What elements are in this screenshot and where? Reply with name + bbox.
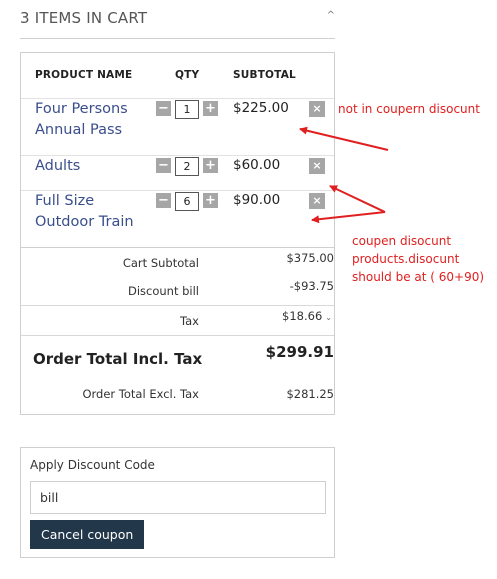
column-header-product: PRODUCT NAME <box>35 69 133 81</box>
annotation-note-2: coupen disocunt products.disocunt should… <box>352 232 484 286</box>
summary-divider <box>21 335 334 336</box>
plus-icon[interactable]: + <box>203 101 218 116</box>
tax-value: $18.66 <box>282 309 323 323</box>
quantity-input[interactable] <box>175 192 199 211</box>
remove-item-icon[interactable]: × <box>309 158 325 174</box>
tax-label: Tax <box>180 314 199 328</box>
discount-code-input[interactable] <box>30 481 326 514</box>
discount-code-label: Apply Discount Code <box>30 458 155 472</box>
remove-item-icon[interactable]: × <box>309 101 325 117</box>
quantity-input[interactable] <box>175 157 199 176</box>
annotation-arrow-2 <box>329 185 386 213</box>
order-total-excl-value: $281.25 <box>286 387 334 401</box>
cart-subtotal-label: Cart Subtotal <box>122 256 199 270</box>
cart-title: 3 ITEMS IN CART <box>20 9 148 27</box>
collapse-icon[interactable]: ^ <box>327 10 335 21</box>
discount-label: Discount bill <box>127 284 199 298</box>
plus-icon[interactable]: + <box>203 158 218 173</box>
annotation-note-1: not in coupern disocunt <box>338 102 480 116</box>
item-subtotal: $90.00 <box>233 192 281 208</box>
minus-icon[interactable]: − <box>156 101 171 116</box>
annotation-line: should be at ( 60+90) <box>352 270 485 284</box>
column-header-subtotal: SUBTOTAL <box>233 69 296 81</box>
row-divider <box>21 247 334 248</box>
discount-value: -$93.75 <box>289 279 334 293</box>
minus-icon[interactable]: − <box>156 158 171 173</box>
remove-item-icon[interactable]: × <box>309 193 325 209</box>
cart-table: PRODUCT NAME QTY SUBTOTAL Four Persons A… <box>20 52 335 415</box>
order-total-incl-value: $299.91 <box>265 343 334 361</box>
product-link[interactable]: Adults <box>35 156 145 177</box>
cancel-coupon-button[interactable]: Cancel coupon <box>30 520 145 549</box>
product-link[interactable]: Four Persons Annual Pass <box>35 99 145 141</box>
quantity-input[interactable] <box>175 100 199 119</box>
minus-icon[interactable]: − <box>156 193 171 208</box>
column-header-qty: QTY <box>175 69 200 81</box>
discount-panel: Apply Discount Code Cancel coupon <box>20 447 335 558</box>
order-total-excl-label: Order Total Excl. Tax <box>82 387 199 401</box>
product-link[interactable]: Full Size Outdoor Train <box>35 191 145 233</box>
plus-icon[interactable]: + <box>203 193 218 208</box>
summary-divider <box>21 305 334 306</box>
item-subtotal: $225.00 <box>233 100 289 116</box>
annotation-line: coupen disocunt <box>352 234 452 248</box>
order-total-incl-label: Order Total Incl. Tax <box>33 350 203 368</box>
chevron-down-icon[interactable]: ⌄ <box>325 313 332 322</box>
cart-subtotal-value: $375.00 <box>286 251 334 265</box>
item-subtotal: $60.00 <box>233 157 281 173</box>
annotation-line: products.disocunt <box>352 252 460 266</box>
tax-toggle[interactable]: $18.66 ⌄ <box>282 309 332 323</box>
cart-header[interactable]: 3 ITEMS IN CART ^ <box>20 0 335 39</box>
